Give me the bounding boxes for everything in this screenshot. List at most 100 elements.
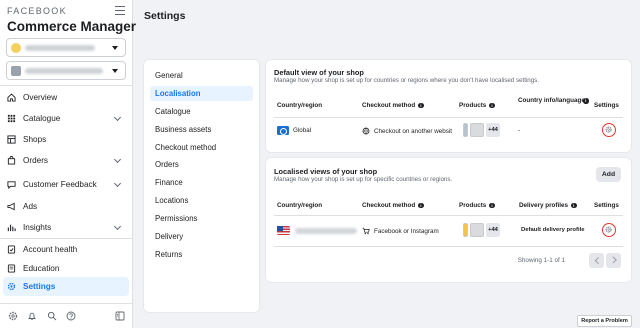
settings-nav-finance[interactable]: Finance — [150, 175, 253, 190]
sidebar-item-label: Catalogue — [23, 114, 61, 123]
brand-logo: FACEBOOK — [7, 6, 67, 16]
chevron-down-icon — [113, 222, 122, 231]
sidebar-bottom-toolbar — [0, 305, 133, 328]
business-account-select[interactable] — [6, 38, 126, 57]
sidebar-item-label: Education — [23, 264, 60, 273]
info-icon[interactable]: i — [489, 202, 495, 209]
feedback-chat-icon — [7, 181, 16, 189]
search-icon[interactable] — [47, 311, 57, 321]
sidebar-item-label: Settings — [23, 282, 56, 291]
globe-flag-icon — [277, 126, 289, 135]
column-header-settings: Settings — [594, 102, 619, 109]
help-icon[interactable] — [66, 311, 76, 321]
delivery-profile-value: Default delivery profile — [521, 227, 585, 233]
education-icon — [7, 264, 16, 273]
settings-nav-locations[interactable]: Locations — [150, 193, 253, 208]
chevron-right-icon — [609, 257, 616, 264]
sidebar-item-catalogue[interactable]: Catalogue — [3, 109, 129, 128]
sidebar-divider — [0, 85, 133, 86]
settings-gear-button[interactable] — [602, 123, 616, 137]
settings-nav-localisation[interactable]: Localisation — [150, 86, 253, 101]
info-icon[interactable]: i — [583, 98, 589, 104]
column-header-products: Products i — [459, 202, 495, 209]
gear-icon — [7, 282, 16, 291]
sidebar-item-label: Shops — [23, 135, 47, 144]
sidebar-item-label: Customer Feedback — [23, 180, 97, 189]
settings-nav-general[interactable]: General — [150, 68, 253, 83]
info-icon[interactable]: i — [418, 102, 424, 109]
settings-gear-button[interactable] — [602, 223, 616, 237]
product-count-badge: +44 — [486, 223, 500, 237]
catalogue-grid-icon — [7, 114, 16, 123]
settings-nav-permissions[interactable]: Permissions — [150, 211, 253, 226]
column-header-products: Products i — [459, 102, 495, 109]
product-thumbnails[interactable]: +44 — [463, 123, 500, 137]
settings-nav: General Localisation Catalogue Business … — [144, 60, 259, 312]
product-thumbnail — [463, 123, 468, 137]
bar-chart-icon — [7, 224, 16, 232]
sidebar-item-ads[interactable]: Ads — [3, 197, 129, 216]
pagination: Showing 1-1 of 1 — [274, 246, 623, 272]
sidebar-item-overview[interactable]: Overview — [3, 88, 129, 107]
product-thumbnails[interactable]: +44 — [463, 223, 500, 237]
sidebar-item-shops[interactable]: Shops — [3, 130, 129, 149]
settings-nav-delivery[interactable]: Delivery — [150, 229, 253, 244]
table-row-country: Global — [277, 126, 311, 135]
add-button[interactable]: Add — [596, 167, 621, 182]
card-title: Default view of your shop — [274, 68, 364, 77]
info-icon-wrap: i — [580, 98, 589, 104]
product-thumbnail — [470, 123, 484, 137]
home-icon — [7, 93, 16, 102]
table-divider — [274, 117, 623, 118]
country-name-redacted — [295, 227, 357, 234]
table-row-country — [277, 226, 357, 235]
column-header-country: Country/region — [277, 202, 323, 209]
shop-account-select[interactable] — [6, 61, 126, 80]
shop-avatar — [11, 66, 21, 76]
product-count-badge: +44 — [486, 123, 500, 137]
bell-icon[interactable] — [27, 311, 37, 321]
report-problem-button[interactable]: Report a Problem — [577, 315, 632, 327]
previous-page-button[interactable] — [589, 253, 604, 268]
sidebar-item-orders[interactable]: Orders — [3, 151, 129, 170]
shop-name-redacted — [25, 68, 103, 74]
orders-bag-icon — [7, 156, 16, 165]
settings-nav-checkout-method[interactable]: Checkout method — [150, 140, 253, 155]
gear-icon — [605, 126, 612, 133]
sidebar-item-account-health[interactable]: Account health — [3, 240, 129, 259]
column-header-country: Country/region — [277, 102, 323, 109]
shop-icon — [7, 135, 16, 144]
next-page-button[interactable] — [606, 253, 621, 268]
column-header-delivery: Delivery profiles i — [519, 202, 577, 209]
sidebar-toggle-icon[interactable] — [115, 311, 125, 321]
globe-icon — [362, 127, 370, 135]
settings-nav-catalogue[interactable]: Catalogue — [150, 104, 253, 119]
sidebar-item-education[interactable]: Education — [3, 259, 129, 278]
sidebar-item-settings[interactable]: Settings — [3, 277, 129, 296]
column-header-checkout: Checkout method i — [362, 102, 424, 109]
settings-nav-orders[interactable]: Orders — [150, 157, 253, 172]
chevron-down-icon — [113, 179, 122, 188]
settings-nav-business-assets[interactable]: Business assets — [150, 122, 253, 137]
default-view-card: Default view of your shop Manage how you… — [266, 60, 631, 152]
page-title: Settings — [144, 10, 186, 22]
info-icon[interactable]: i — [571, 202, 577, 209]
table-row-checkout: Facebook or Instagram — [362, 227, 439, 235]
megaphone-icon — [7, 202, 15, 211]
sidebar-divider — [0, 303, 133, 304]
column-header-checkout: Checkout method i — [362, 202, 424, 209]
info-icon[interactable]: i — [418, 202, 424, 209]
table-divider — [274, 215, 623, 216]
product-thumbnail — [463, 223, 468, 237]
card-subtitle: Manage how your shop is set up for count… — [274, 77, 539, 84]
localised-views-card: Localised views of your shop Manage how … — [266, 158, 631, 282]
menu-icon[interactable] — [115, 6, 125, 15]
gear-icon[interactable] — [8, 311, 18, 321]
settings-nav-returns[interactable]: Returns — [150, 247, 253, 262]
sidebar-item-customer-feedback[interactable]: Customer Feedback — [3, 175, 129, 194]
sidebar-item-insights[interactable]: Insights — [3, 218, 129, 237]
chevron-down-icon — [113, 155, 122, 164]
table-row-checkout: Checkout on another websit — [362, 127, 452, 135]
sidebar-item-label: Account health — [23, 245, 78, 254]
info-icon[interactable]: i — [489, 102, 495, 109]
